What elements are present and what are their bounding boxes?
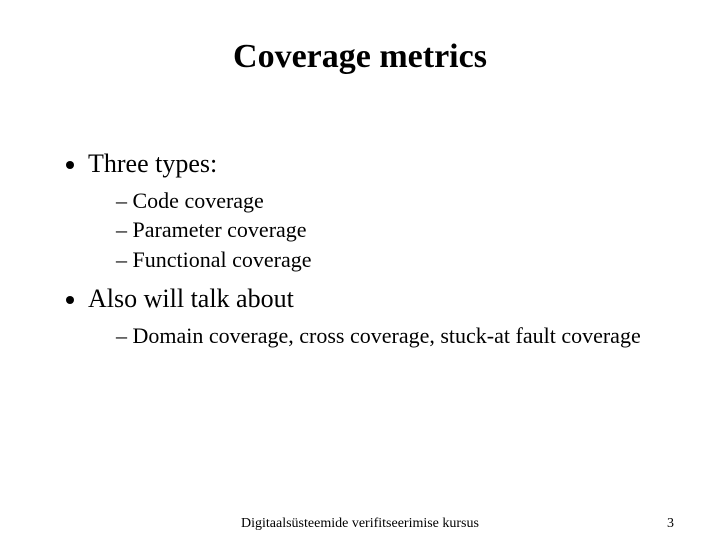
sub-bullet-1b: Parameter coverage	[116, 216, 660, 244]
footer-center-text: Digitaalsüsteemide verifitseerimise kurs…	[0, 516, 720, 532]
sub-bullet-2a: Domain coverage, cross coverage, stuck-a…	[116, 322, 660, 350]
bullet-item-2-label: Also will talk about	[88, 284, 294, 313]
slide-body: Three types: Code coverage Parameter cov…	[60, 140, 660, 359]
sub-bullet-1a: Code coverage	[116, 187, 660, 215]
sub-bullet-1c: Functional coverage	[116, 246, 660, 274]
bullet-item-1: Three types: Code coverage Parameter cov…	[88, 148, 660, 273]
slide-title: Coverage metrics	[0, 38, 720, 76]
bullet-item-2: Also will talk about Domain coverage, cr…	[88, 283, 660, 349]
bullet-item-1-label: Three types:	[88, 149, 217, 178]
sub-bullet-list-1: Code coverage Parameter coverage Functio…	[88, 187, 660, 274]
slide: Coverage metrics Three types: Code cover…	[0, 0, 720, 540]
page-number: 3	[667, 516, 674, 532]
bullet-list: Three types: Code coverage Parameter cov…	[60, 148, 660, 349]
sub-bullet-list-2: Domain coverage, cross coverage, stuck-a…	[88, 322, 660, 350]
